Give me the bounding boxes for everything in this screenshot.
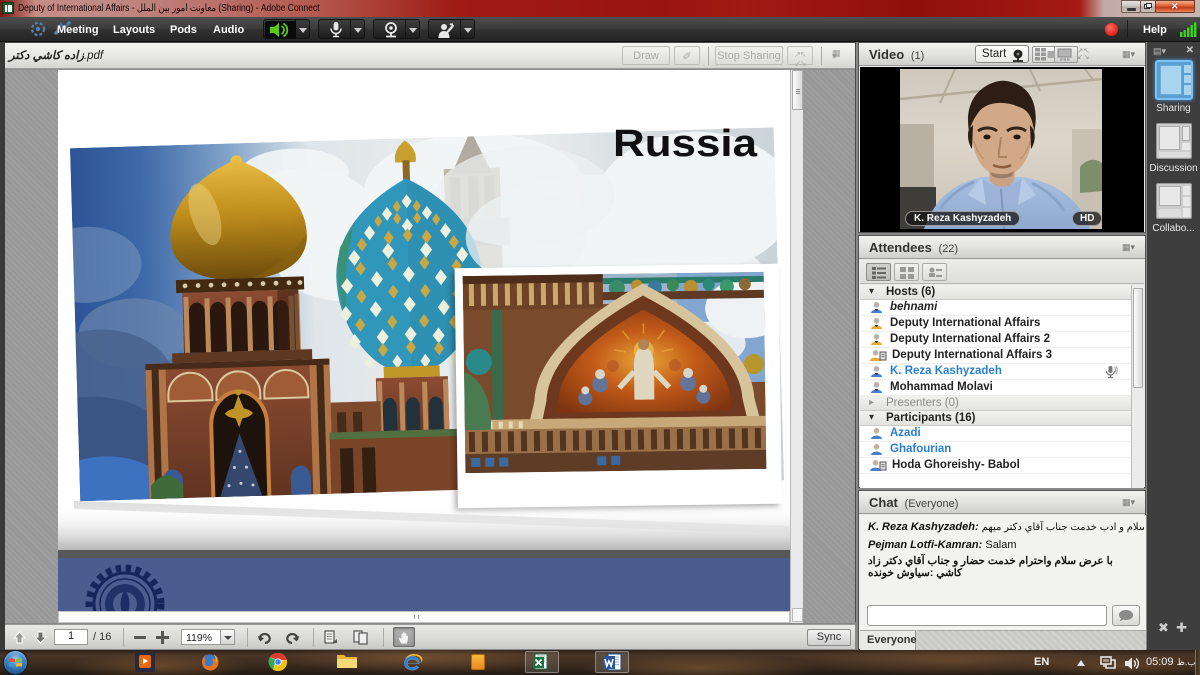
svg-text:Russia: Russia (613, 123, 758, 165)
